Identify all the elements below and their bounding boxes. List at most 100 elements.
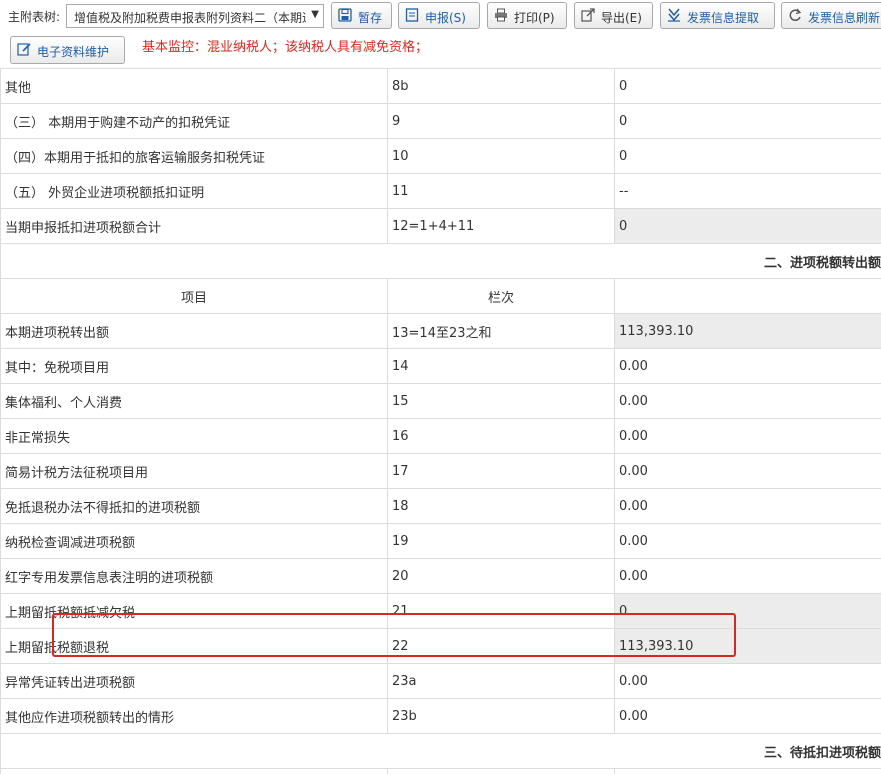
col-cell: 8b (387, 68, 615, 104)
print-label: 打印(P) (514, 11, 555, 25)
item-cell: 红字专用发票信息表注明的进项税额 (0, 558, 388, 594)
print-button[interactable]: 打印(P) (487, 2, 567, 29)
table-row: 红字专用发票信息表注明的进项税额 20 0.00 (0, 558, 881, 594)
tree-select-value: 增值税及附加税费申报表附列资料二（本期进项税额明细） (74, 11, 306, 25)
table-row: 非正常损失 16 0.00 (0, 418, 881, 454)
table-row: 上期留抵税额抵减欠税 21 0 (0, 593, 881, 629)
table-row: 简易计税方法征税项目用 17 0.00 (0, 453, 881, 489)
table-tree-select[interactable]: 增值税及附加税费申报表附列资料二（本期进项税额明细） ▼ (66, 4, 324, 28)
table-row: 其他应作进项税额转出的情形 23b 0.00 (0, 698, 881, 734)
item-cell: （四）本期用于抵扣的旅客运输服务扣税凭证 (0, 138, 388, 174)
declaration-table: 其他 8b 0 （三） 本期用于购建不动产的扣税凭证 9 0 （四）本期用于抵扣… (0, 68, 881, 774)
table-row: （五） 外贸企业进项税额抵扣证明 11 -- (0, 173, 881, 209)
value-cell: 0 (614, 208, 881, 244)
edata-maintain-button[interactable]: 电子资料维护 (10, 36, 125, 64)
item-cell: 其中：免税项目用 (0, 348, 388, 384)
declaration-grid: 其他 8b 0 （三） 本期用于购建不动产的扣税凭证 9 0 （四）本期用于抵扣… (0, 68, 881, 774)
value-cell[interactable]: 0 (614, 103, 881, 139)
item-cell: 非正常损失 (0, 418, 388, 454)
header-row: 项目 栏次 (0, 278, 881, 314)
submit-doc-icon (405, 8, 419, 22)
item-cell: 集体福利、个人消费 (0, 383, 388, 419)
col-cell: 23b (387, 698, 615, 734)
export-icon (581, 8, 595, 22)
value-cell[interactable]: 0.00 (614, 488, 881, 524)
printer-icon (495, 8, 507, 22)
value-cell[interactable]: 0.00 (614, 558, 881, 594)
save-label: 暂存 (358, 11, 383, 25)
value-cell[interactable]: 0 (614, 68, 881, 104)
edit-pen-icon (17, 43, 31, 56)
table-row: 集体福利、个人消费 15 0.00 (0, 383, 881, 419)
item-cell: （三） 本期用于购建不动产的扣税凭证 (0, 103, 388, 139)
tree-label: 主附表树: (8, 10, 61, 24)
value-cell[interactable]: 0.00 (614, 453, 881, 489)
table-row: （三） 本期用于购建不动产的扣税凭证 9 0 (0, 103, 881, 139)
col-cell: 12=1+4+11 (387, 208, 615, 244)
value-cell: 0 (614, 593, 881, 629)
item-cell: 上期留抵税额抵减欠税 (0, 593, 388, 629)
invoice-fetch-button[interactable]: 发票信息提取 (660, 2, 775, 29)
col-cell: 22 (387, 628, 615, 664)
table-row: 免抵退税办法不得抵扣的进项税额 18 0.00 (0, 488, 881, 524)
col-cell: 11 (387, 173, 615, 209)
table-row: （四）本期用于抵扣的旅客运输服务扣税凭证 10 0 (0, 138, 881, 174)
section-title: 三、待抵扣进项税额 (0, 733, 881, 769)
export-button[interactable]: 导出(E) (574, 2, 653, 29)
value-cell[interactable]: 0.00 (614, 418, 881, 454)
item-cell: （五） 外贸企业进项税额抵扣证明 (0, 173, 388, 209)
table-row: 其中：免税项目用 14 0.00 (0, 348, 881, 384)
value-cell: -- (614, 173, 881, 209)
col-cell: 10 (387, 138, 615, 174)
invoice-refresh-button[interactable]: 发票信息刷新 (781, 2, 881, 29)
value-cell[interactable]: 0.00 (614, 523, 881, 559)
table-row: 当期申报抵扣进项税额合计 12=1+4+11 0 (0, 208, 881, 244)
save-button[interactable]: 暂存 (331, 2, 392, 29)
item-cell: 当期申报抵扣进项税额合计 (0, 208, 388, 244)
value-cell: 113,393.10 (614, 313, 881, 349)
col-cell: 14 (387, 348, 615, 384)
header-row: 项目 栏次 份数 (0, 768, 881, 774)
value-cell[interactable]: 0.00 (614, 383, 881, 419)
header-empty (614, 278, 881, 314)
header-col: 栏次 (387, 278, 615, 314)
col-cell: 19 (387, 523, 615, 559)
col-cell: 9 (387, 103, 615, 139)
export-label: 导出(E) (601, 11, 642, 25)
table-row: 异常凭证转出进项税额 23a 0.00 (0, 663, 881, 699)
chevron-down-icon[interactable]: ▼ (311, 9, 319, 20)
invoice-fetch-label: 发票信息提取 (687, 11, 760, 25)
table-row: 本期进项税转出额 13=14至23之和 113,393.10 (0, 313, 881, 349)
section-title-row: 二、进项税额转出额 (0, 243, 881, 279)
item-cell: 简易计税方法征税项目用 (0, 453, 388, 489)
item-cell: 本期进项税转出额 (0, 313, 388, 349)
invoice-refresh-label: 发票信息刷新 (808, 11, 881, 25)
item-cell: 上期留抵税额退税 (0, 628, 388, 664)
table-row: 纳税检查调减进项税额 19 0.00 (0, 523, 881, 559)
monitor-notice: 基本监控：混业纳税人；该纳税人具有减免资格； (142, 40, 429, 55)
submit-label: 申报(S) (425, 11, 466, 25)
value-cell[interactable]: 0.00 (614, 698, 881, 734)
toolbar: 主附表树: 增值税及附加税费申报表附列资料二（本期进项税额明细） ▼ 暂存 申报… (0, 0, 881, 68)
col-cell: 20 (387, 558, 615, 594)
item-cell: 其他 (0, 68, 388, 104)
value-cell: 113,393.10 (614, 628, 881, 664)
col-cell: 13=14至23之和 (387, 313, 615, 349)
item-cell: 其他应作进项税额转出的情形 (0, 698, 388, 734)
value-cell[interactable]: 0.00 (614, 663, 881, 699)
section-title-row: 三、待抵扣进项税额 (0, 733, 881, 769)
table-row: 其他 8b 0 (0, 68, 881, 104)
col-cell: 23a (387, 663, 615, 699)
fetch-icon (668, 8, 680, 22)
col-cell: 18 (387, 488, 615, 524)
floppy-disk-icon (338, 8, 352, 22)
value-cell[interactable]: 0.00 (614, 348, 881, 384)
refresh-icon (789, 8, 802, 21)
col-cell: 17 (387, 453, 615, 489)
item-cell: 纳税检查调减进项税额 (0, 523, 388, 559)
col-cell: 21 (387, 593, 615, 629)
header-item: 项目 (0, 768, 388, 774)
edata-maintain-label: 电子资料维护 (37, 45, 110, 59)
submit-button[interactable]: 申报(S) (398, 2, 480, 29)
value-cell[interactable]: 0 (614, 138, 881, 174)
